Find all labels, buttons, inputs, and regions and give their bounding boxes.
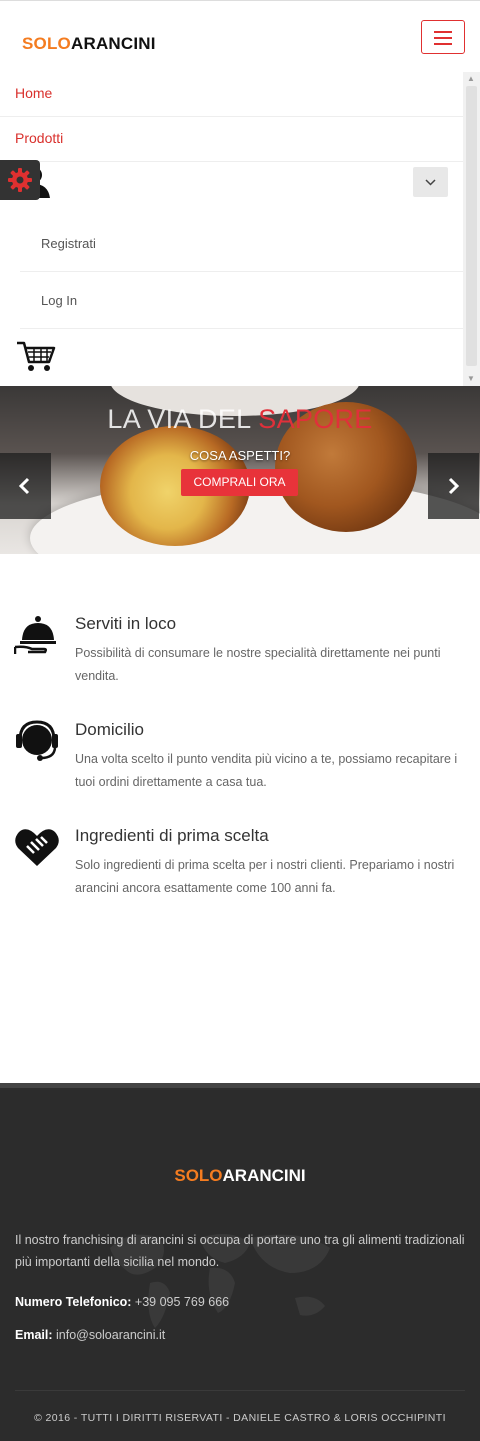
settings-tab[interactable]: [0, 160, 40, 200]
site-header: SOLOARANCINI: [0, 0, 480, 72]
nav-item-home[interactable]: Home: [0, 72, 463, 117]
phone-label: Numero Telefonico:: [15, 1295, 132, 1309]
hero-title: LA VIA DEL SAPORE: [107, 404, 373, 434]
site-footer: SOLOARANCINI Il nostro franchising di ar…: [0, 1083, 480, 1441]
slider-prev-button[interactable]: [0, 453, 51, 519]
chevron-right-icon: [448, 477, 460, 495]
logo-arancini: ARANCINI: [70, 34, 156, 53]
footer-divider: [15, 1390, 465, 1391]
email-value[interactable]: info@soloarancini.it: [53, 1328, 165, 1342]
gear-icon: [8, 168, 32, 192]
cloche-icon: [13, 614, 60, 661]
footer-description: Il nostro franchising di arancini si occ…: [15, 1233, 465, 1269]
nav-item-register[interactable]: Registrati: [20, 215, 463, 272]
footer-phone: Numero Telefonico: +39 095 769 666: [15, 1295, 229, 1309]
feature-description: Una volta scelto il punto vendita più vi…: [75, 752, 458, 789]
nav-item-label: Prodotti: [15, 130, 64, 146]
account-dropdown-toggle[interactable]: [413, 167, 448, 197]
scrollbar-thumb[interactable]: [466, 86, 477, 366]
nav-item-label: Log In: [41, 293, 78, 308]
feature-delivery: Domicilio Una volta scelto il punto vend…: [0, 720, 480, 810]
nav-scrollbar[interactable]: ▲ ▼: [463, 72, 480, 386]
email-label: Email:: [15, 1328, 53, 1342]
hero-slider: LA VIA DEL SAPORE COSA ASPETTI? COMPRALI…: [0, 386, 480, 554]
hero-subtitle: COSA ASPETTI?: [189, 448, 291, 463]
feature-title: Ingredienti di prima scelta: [75, 826, 269, 845]
nav-item-label: Home: [15, 85, 53, 101]
logo-solo: SOLO: [22, 34, 71, 53]
menu-toggle-button[interactable]: [421, 20, 465, 54]
chevron-down-icon: [425, 179, 436, 186]
feature-title: Serviti in loco: [75, 614, 177, 633]
nav-item-products[interactable]: Prodotti: [0, 117, 463, 162]
feature-description: Solo ingredienti di prima scelta per i n…: [75, 858, 455, 895]
feature-dine-in: Serviti in loco Possibilità di consumare…: [0, 614, 480, 704]
nav-item-label: Registrati: [41, 236, 96, 251]
footer-email: Email: info@soloarancini.it: [15, 1328, 165, 1342]
feature-ingredients: Ingredienti di prima scelta Solo ingredi…: [0, 826, 480, 916]
footer-logo[interactable]: SOLOARANCINI: [0, 1166, 480, 1186]
nav-menu: Home Prodotti Registrati Log In ▲ ▼: [0, 72, 480, 386]
feature-title: Domicilio: [75, 720, 144, 739]
buy-now-button[interactable]: COMPRALI ORA: [181, 469, 298, 496]
phone-value[interactable]: +39 095 769 666: [131, 1295, 229, 1309]
copyright-text: © 2016 - TUTTI I DIRITTI RISERVATI - DAN…: [34, 1412, 446, 1424]
headset-icon: [14, 720, 60, 767]
cart-icon[interactable]: [16, 340, 56, 377]
nav-item-login[interactable]: Log In: [20, 272, 463, 329]
feature-description: Possibilità di consumare le nostre speci…: [75, 646, 441, 683]
handshake-heart-icon: [14, 826, 60, 873]
site-logo[interactable]: SOLOARANCINI: [22, 34, 156, 54]
chevron-left-icon: [18, 477, 30, 495]
hamburger-icon: [434, 31, 452, 33]
slider-next-button[interactable]: [428, 453, 479, 519]
